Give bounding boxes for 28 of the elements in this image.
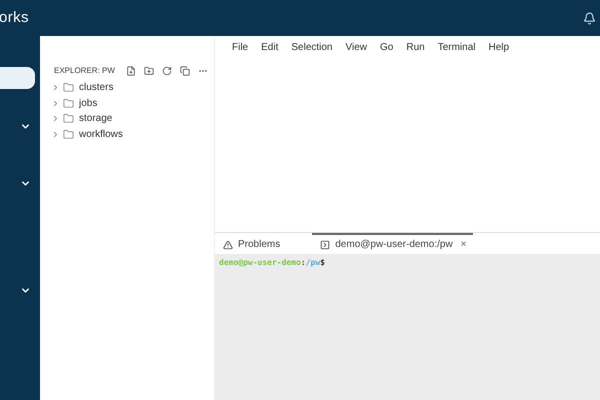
panel-tab[interactable]: Problems [215, 233, 288, 254]
folder-item[interactable]: jobs [40, 96, 214, 111]
warning-icon [223, 240, 233, 250]
sidebar-item[interactable] [0, 67, 35, 89]
folder-icon [63, 82, 74, 94]
refresh-icon[interactable] [162, 66, 172, 76]
menu-item[interactable]: Selection [291, 40, 332, 55]
menu-item[interactable]: File [232, 40, 248, 55]
folder-icon [63, 128, 74, 140]
notification-bell-icon[interactable] [583, 12, 596, 24]
menu-item[interactable]: Run [406, 40, 425, 55]
menu-item[interactable]: View [346, 40, 367, 55]
explorer-title: EXPLORER: PW [54, 65, 115, 77]
close-tab-button[interactable]: × [460, 237, 467, 252]
menu-item[interactable]: Edit [261, 40, 278, 55]
folder-icon [63, 98, 74, 109]
terminal-prompt: demo@pw-user-demo:/pw$ [219, 257, 326, 269]
folder-item[interactable]: workflows [40, 126, 214, 142]
folder-item[interactable]: clusters [40, 80, 214, 96]
folder-icon [63, 113, 74, 124]
new-folder-icon[interactable] [144, 66, 154, 76]
folder-item[interactable]: storage [40, 111, 214, 126]
logo-text: orks [0, 8, 29, 28]
menu-item[interactable]: Help [488, 40, 510, 55]
new-file-icon[interactable] [126, 66, 136, 76]
menu-item[interactable]: Go [380, 40, 394, 55]
terminal-icon [320, 240, 330, 250]
menu-item[interactable]: Terminal [438, 40, 476, 55]
